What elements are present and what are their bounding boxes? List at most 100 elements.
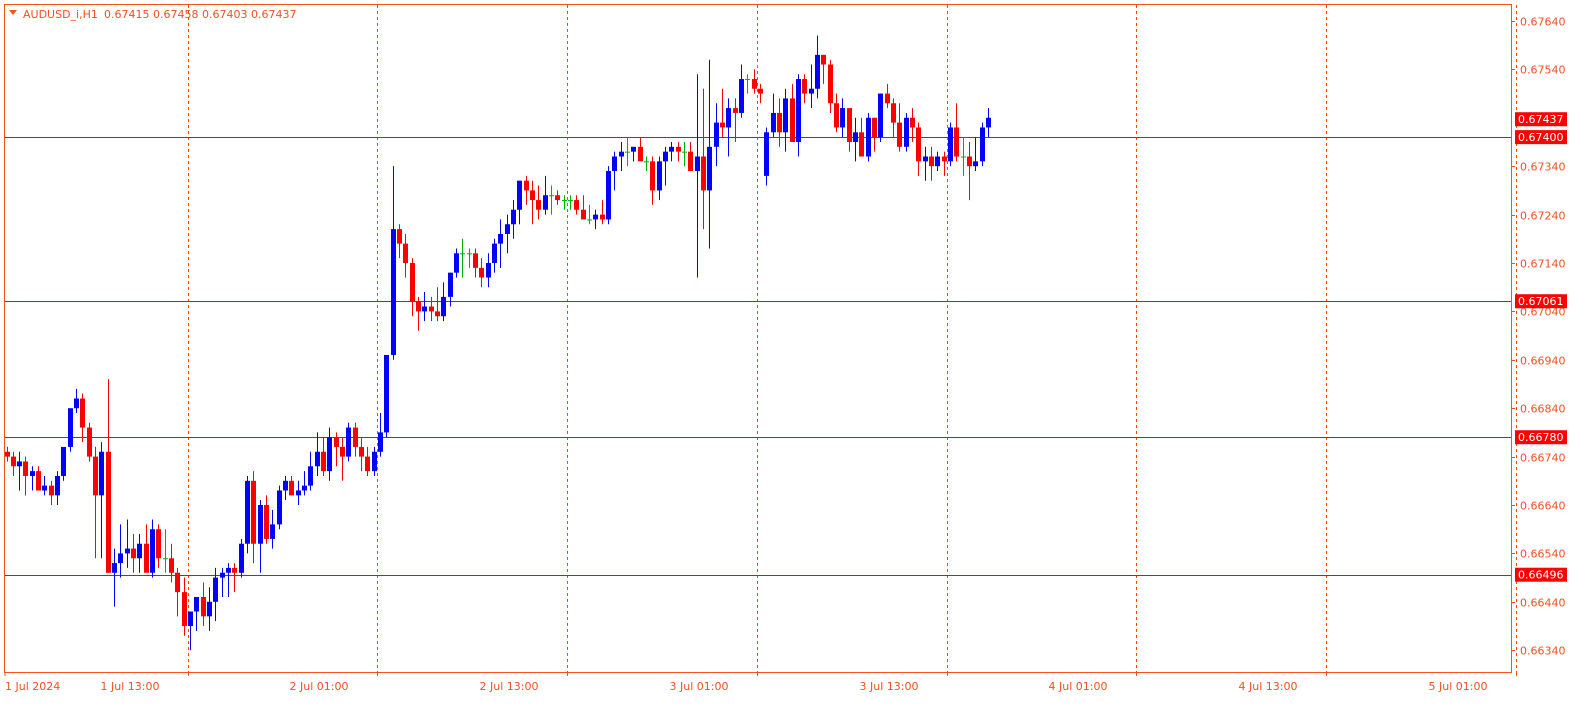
candle-body bbox=[258, 505, 263, 544]
candle-body bbox=[264, 505, 269, 539]
time-label: 1 Jul 13:00 bbox=[101, 680, 160, 693]
time-label: 2 Jul 13:00 bbox=[480, 680, 539, 693]
candle-body bbox=[638, 147, 643, 162]
candle-body bbox=[707, 147, 712, 191]
candle-body bbox=[606, 171, 611, 219]
price-tick-label: 0.66340 bbox=[1520, 645, 1566, 658]
candle-body bbox=[68, 408, 73, 447]
candle-body bbox=[403, 244, 408, 263]
candle-body bbox=[30, 471, 35, 476]
candle-body bbox=[340, 447, 345, 457]
chart-window[interactable]: 0.676400.675400.673400.672400.671400.670… bbox=[0, 0, 1586, 708]
candle-body bbox=[163, 558, 168, 559]
candle-body bbox=[17, 461, 22, 466]
candle-body bbox=[5, 452, 10, 457]
candle-body bbox=[467, 253, 472, 254]
time-label: 2 Jul 01:00 bbox=[290, 680, 349, 693]
candle-body bbox=[701, 157, 706, 191]
candle-body bbox=[182, 592, 187, 626]
price-chart[interactable]: 0.676400.675400.673400.672400.671400.670… bbox=[0, 0, 1586, 708]
candle-body bbox=[321, 452, 326, 471]
candle-body bbox=[726, 108, 731, 127]
candle-body bbox=[201, 597, 206, 616]
candle-body bbox=[359, 447, 364, 457]
candle-body bbox=[771, 113, 776, 132]
candle-body bbox=[454, 253, 459, 272]
candle-body bbox=[815, 55, 820, 89]
candle-body bbox=[277, 490, 282, 524]
candle-body bbox=[302, 486, 307, 491]
candle-body bbox=[688, 152, 693, 171]
candle-body bbox=[416, 302, 421, 312]
candle-body bbox=[232, 568, 237, 573]
candle-body bbox=[809, 89, 814, 94]
candle-body bbox=[954, 127, 959, 156]
candle-body bbox=[11, 457, 16, 467]
candle-body bbox=[853, 132, 858, 142]
candle-body bbox=[530, 190, 535, 200]
candle-body bbox=[61, 447, 66, 476]
candle-body bbox=[916, 127, 921, 161]
candle-body bbox=[764, 132, 769, 176]
candle-body bbox=[859, 132, 864, 156]
candle-body bbox=[796, 79, 801, 142]
candle-body bbox=[397, 229, 402, 244]
candle-body bbox=[106, 452, 111, 573]
price-tick-label: 0.66640 bbox=[1520, 500, 1566, 513]
time-label: 5 Jul 01:00 bbox=[1429, 680, 1488, 693]
price-level-label: 0.67400 bbox=[1518, 131, 1564, 144]
candle-body bbox=[758, 89, 763, 94]
time-label: 4 Jul 01:00 bbox=[1049, 680, 1108, 693]
candle-body bbox=[682, 152, 687, 153]
candle-body bbox=[752, 79, 757, 89]
candle-body bbox=[283, 481, 288, 491]
price-tick-label: 0.67140 bbox=[1520, 258, 1566, 271]
price-tick-label: 0.66440 bbox=[1520, 597, 1566, 610]
candle-body bbox=[118, 553, 123, 563]
candle-body bbox=[695, 157, 700, 172]
candle-body bbox=[549, 195, 554, 196]
candle-body bbox=[42, 486, 47, 491]
candle-body bbox=[587, 219, 592, 220]
price-tick-label: 0.66840 bbox=[1520, 403, 1566, 416]
price-level-label: 0.66780 bbox=[1518, 431, 1564, 444]
candle-body bbox=[194, 597, 199, 612]
candle-body bbox=[536, 200, 541, 210]
candle-body bbox=[847, 108, 852, 142]
price-tick-label: 0.67340 bbox=[1520, 161, 1566, 174]
candle-body bbox=[498, 234, 503, 244]
candle-body bbox=[777, 113, 782, 132]
candle-body bbox=[517, 181, 522, 210]
candle-body bbox=[188, 611, 193, 626]
candle-body bbox=[435, 311, 440, 316]
candle-body bbox=[897, 123, 902, 147]
candle-body bbox=[562, 200, 567, 201]
candle-body bbox=[245, 481, 250, 544]
candle-body bbox=[156, 529, 161, 558]
candle-body bbox=[448, 273, 453, 297]
candle-body bbox=[87, 428, 92, 457]
candle-body bbox=[885, 94, 890, 104]
candle-body bbox=[23, 461, 28, 476]
candle-body bbox=[150, 529, 155, 573]
candle-body bbox=[378, 432, 383, 451]
candle-body bbox=[600, 215, 605, 220]
candle-body bbox=[714, 123, 719, 147]
candle-body bbox=[676, 147, 681, 152]
candle-body bbox=[929, 157, 934, 167]
candle-body bbox=[220, 573, 225, 578]
candle-body bbox=[391, 229, 396, 355]
candle-body bbox=[346, 428, 351, 457]
candle-body bbox=[663, 152, 668, 162]
candle-body bbox=[980, 127, 985, 161]
candle-body bbox=[315, 452, 320, 467]
candle-body bbox=[308, 466, 313, 485]
price-tick-label: 0.66740 bbox=[1520, 452, 1566, 465]
candle-body bbox=[973, 161, 978, 166]
chart-header: AUDUSD_i,H1 0.67415 0.67458 0.67403 0.67… bbox=[9, 8, 296, 21]
candle-body bbox=[251, 481, 256, 544]
candle-body bbox=[429, 307, 434, 312]
candle-body bbox=[650, 161, 655, 190]
candle-body bbox=[473, 253, 478, 268]
candle-body bbox=[574, 200, 579, 210]
